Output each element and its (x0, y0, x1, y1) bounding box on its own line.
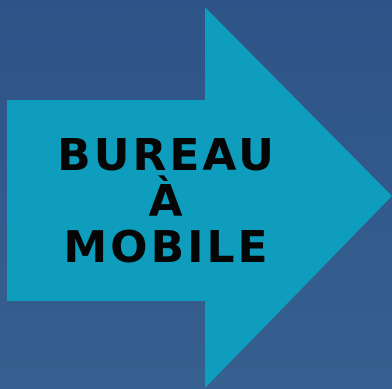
label-line-2: À (148, 176, 186, 227)
banner-graphic: BUREAU À MOBILE (0, 0, 392, 389)
label-line-1: BUREAU (57, 130, 277, 181)
label-line-3: MOBILE (63, 222, 271, 273)
arrow-label: BUREAU À MOBILE (14, 133, 320, 271)
